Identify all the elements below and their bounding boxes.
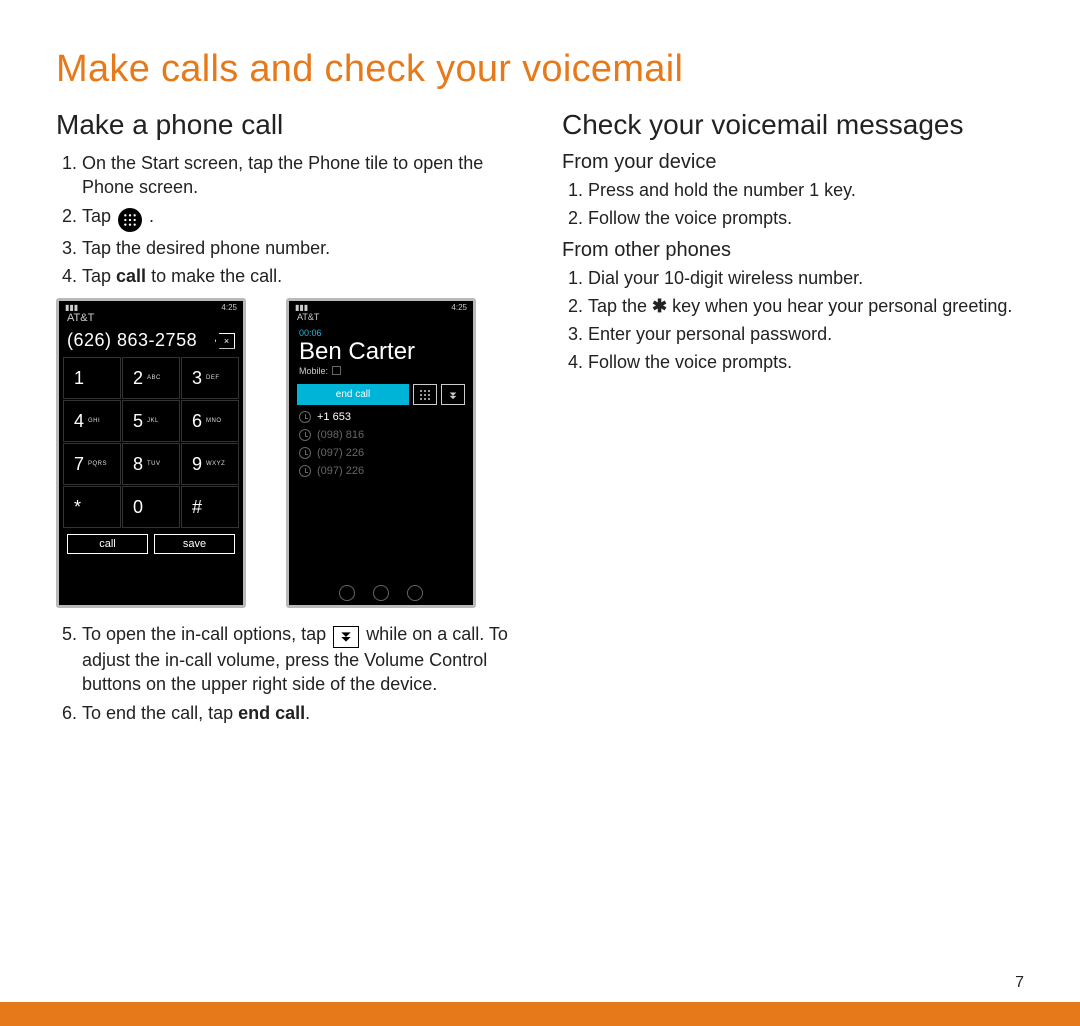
key-3[interactable]: 3DEF: [181, 357, 239, 399]
recent-item[interactable]: (098) 816: [299, 429, 463, 441]
section-voicemail: Check your voicemail messages: [562, 109, 1024, 141]
key-4[interactable]: 4GHI: [63, 400, 121, 442]
step-3: Tap the desired phone number.: [82, 236, 518, 260]
other-steps: Dial your 10-digit wireless number. Tap …: [562, 266, 1024, 375]
step-6: To end the call, tap end call.: [82, 701, 518, 725]
phone-dialer-screenshot: ▮▮▮ 4:25 AT&T (626) 863-2758 × 1 2ABC 3D…: [56, 298, 246, 608]
dial-display: (626) 863-2758 ×: [59, 326, 243, 357]
dialpad: 1 2ABC 3DEF 4GHI 5JKL 6MNO 7PQRS 8TUV 9W…: [59, 357, 243, 528]
carrier-label: AT&T: [289, 312, 473, 324]
sub-from-other: From other phones: [562, 239, 1024, 262]
other-step-1: Dial your 10-digit wireless number.: [588, 266, 1024, 290]
dropdown-icon[interactable]: [441, 384, 465, 405]
phone-incall-screenshot: ▮▮▮ 4:25 AT&T 00:06 Ben Carter Mobile: e…: [286, 298, 476, 608]
dropdown-icon: [333, 626, 359, 648]
keypad-icon: [118, 208, 142, 232]
call-timer: 00:06: [289, 324, 473, 338]
nav-icon[interactable]: [339, 585, 355, 601]
backspace-icon[interactable]: ×: [215, 333, 235, 349]
key-2[interactable]: 2ABC: [122, 357, 180, 399]
key-7[interactable]: 7PQRS: [63, 443, 121, 485]
clock-icon: [299, 447, 311, 459]
other-step-4: Follow the voice prompts.: [588, 350, 1024, 374]
footer-bar: [0, 1002, 1080, 1026]
signal-icon: ▮▮▮: [65, 303, 78, 312]
dialed-number: (626) 863-2758: [67, 330, 209, 351]
step-1: On the Start screen, tap the Phone tile …: [82, 151, 518, 200]
recent-item[interactable]: +1 653: [299, 411, 463, 423]
recent-item[interactable]: (097) 226: [299, 447, 463, 459]
left-column: Make a phone call On the Start screen, t…: [56, 109, 518, 733]
bottom-nav: [289, 585, 473, 601]
step-2: Tap .: [82, 204, 518, 232]
recent-item[interactable]: (097) 226: [299, 465, 463, 477]
key-1[interactable]: 1: [63, 357, 121, 399]
star-icon: ✱: [652, 296, 667, 316]
phone-screenshots: ▮▮▮ 4:25 AT&T (626) 863-2758 × 1 2ABC 3D…: [56, 298, 518, 608]
key-hash[interactable]: #: [181, 486, 239, 528]
step-4: Tap call to make the call.: [82, 264, 518, 288]
dial-actions: call save: [59, 528, 243, 560]
carrier-label: AT&T: [59, 312, 243, 326]
caller-name: Ben Carter: [289, 338, 473, 366]
in-call-actions: end call: [289, 384, 473, 405]
device-step-2: Follow the voice prompts.: [588, 206, 1024, 230]
status-bar: ▮▮▮ 4:25: [59, 301, 243, 312]
page-title: Make calls and check your voicemail: [56, 48, 1024, 91]
end-call-button[interactable]: end call: [297, 384, 409, 405]
recent-calls: +1 653 (098) 816 (097) 226 (097) 226: [289, 405, 473, 483]
key-5[interactable]: 5JKL: [122, 400, 180, 442]
key-star[interactable]: *: [63, 486, 121, 528]
status-bar: ▮▮▮ 4:25: [289, 301, 473, 312]
other-step-3: Enter your personal password.: [588, 322, 1024, 346]
right-column: Check your voicemail messages From your …: [562, 109, 1024, 733]
other-step-2: Tap the ✱ key when you hear your persona…: [588, 294, 1024, 318]
sub-from-device: From your device: [562, 151, 1024, 174]
device-steps: Press and hold the number 1 key. Follow …: [562, 178, 1024, 231]
keypad-icon[interactable]: [413, 384, 437, 405]
call-button[interactable]: call: [67, 534, 148, 554]
status-time: 4:25: [221, 303, 237, 312]
bubble-icon: [332, 366, 341, 375]
device-step-1: Press and hold the number 1 key.: [588, 178, 1024, 202]
save-button[interactable]: save: [154, 534, 235, 554]
clock-icon: [299, 429, 311, 441]
key-6[interactable]: 6MNO: [181, 400, 239, 442]
nav-icon[interactable]: [407, 585, 423, 601]
manual-page: Make calls and check your voicemail Make…: [0, 0, 1080, 733]
key-0[interactable]: 0: [122, 486, 180, 528]
clock-icon: [299, 411, 311, 423]
page-number: 7: [1015, 974, 1024, 992]
make-call-steps: On the Start screen, tap the Phone tile …: [56, 151, 518, 288]
key-9[interactable]: 9WXYZ: [181, 443, 239, 485]
step-5: To open the in-call options, tap while o…: [82, 622, 518, 697]
clock-icon: [299, 465, 311, 477]
make-call-steps-cont: To open the in-call options, tap while o…: [56, 622, 518, 725]
two-column-layout: Make a phone call On the Start screen, t…: [56, 109, 1024, 733]
key-8[interactable]: 8TUV: [122, 443, 180, 485]
section-make-call: Make a phone call: [56, 109, 518, 141]
signal-icon: ▮▮▮: [295, 303, 308, 312]
nav-icon[interactable]: [373, 585, 389, 601]
call-type: Mobile:: [289, 366, 473, 384]
status-time: 4:25: [451, 303, 467, 312]
